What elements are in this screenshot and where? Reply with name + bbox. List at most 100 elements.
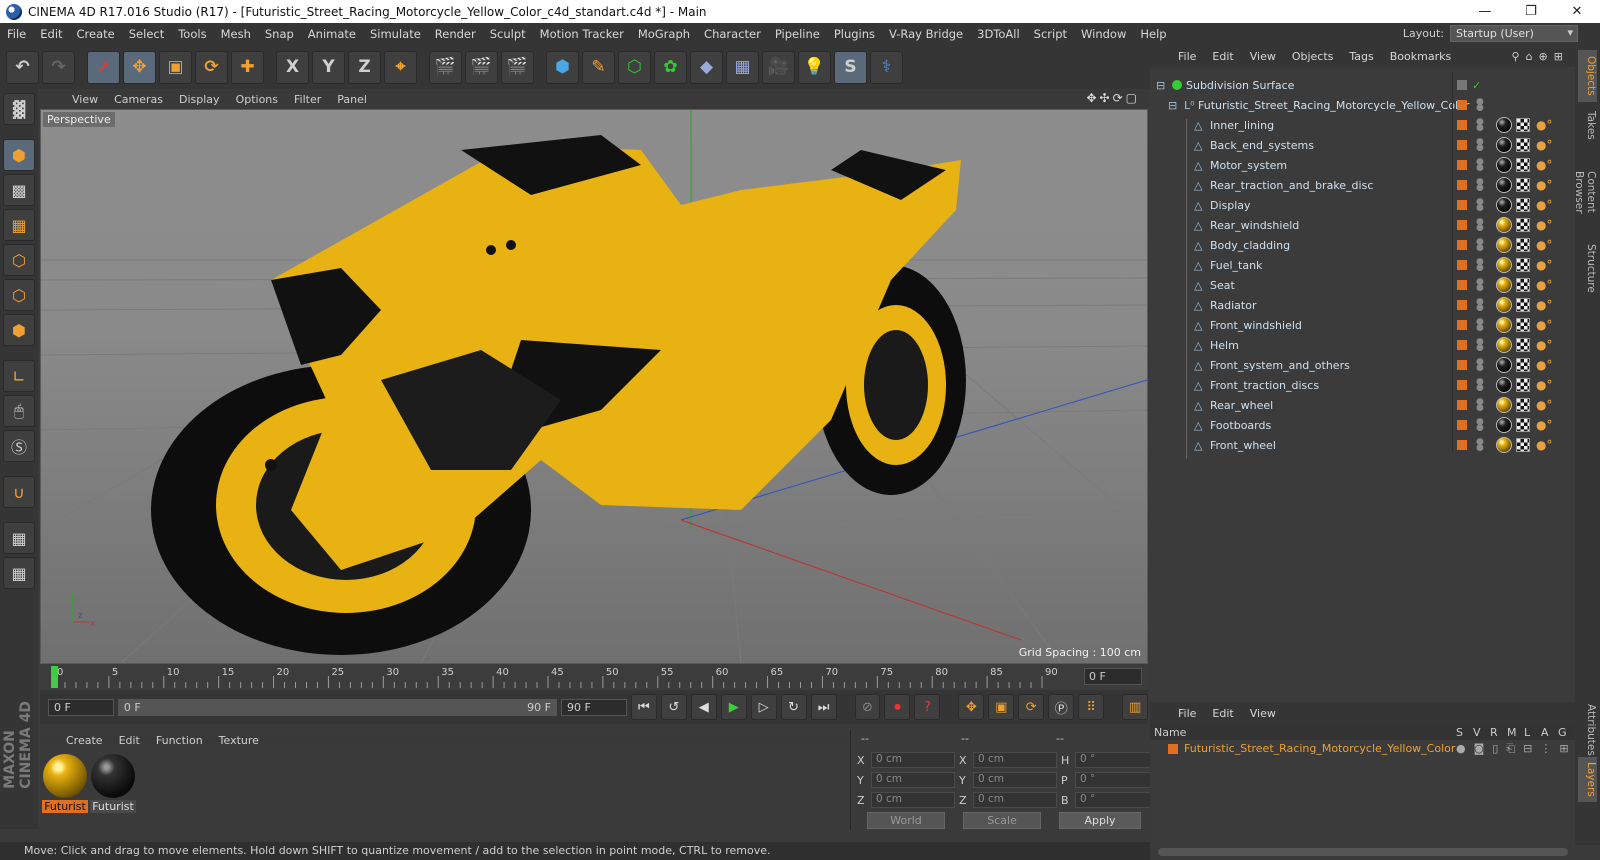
- visibility-dots[interactable]: ● ●: [1476, 238, 1484, 253]
- pen-button[interactable]: ✎: [582, 50, 615, 84]
- render-picture-viewer-button[interactable]: 🎬: [465, 50, 498, 84]
- phong-tag-icon[interactable]: ●°: [1536, 278, 1552, 292]
- layer-chip[interactable]: [1457, 180, 1467, 190]
- texture-tag-icon[interactable]: [1516, 378, 1530, 392]
- key-position-button[interactable]: ✥: [958, 694, 985, 720]
- texture-tag-icon[interactable]: [1516, 178, 1530, 192]
- y-axis-lock[interactable]: Y: [312, 50, 345, 84]
- timeline-window-button[interactable]: ▥: [1122, 694, 1149, 720]
- phong-tag-icon[interactable]: ●°: [1536, 378, 1552, 392]
- visibility-dots[interactable]: ● ●: [1476, 178, 1484, 193]
- workplane-rotate-button[interactable]: ▦: [3, 557, 35, 589]
- minimize-button[interactable]: —: [1462, 4, 1508, 19]
- key-rotation-button[interactable]: ⟳: [1018, 694, 1045, 720]
- object-row-subdivision-surface[interactable]: ⊟ Subdivision Surface ✓: [1150, 75, 1575, 95]
- texture-tag-icon[interactable]: [1516, 138, 1530, 152]
- next-frame-button[interactable]: ▷: [750, 694, 777, 720]
- om-menu-tags[interactable]: Tags: [1341, 50, 1381, 63]
- phong-tag-icon[interactable]: ●°: [1536, 158, 1552, 172]
- layer-chip[interactable]: [1457, 440, 1467, 450]
- menu-create[interactable]: Create: [70, 27, 122, 41]
- menu-plugins[interactable]: Plugins: [827, 27, 882, 41]
- visibility-dots[interactable]: ● ●: [1476, 298, 1484, 313]
- 3d-viewport[interactable]: y x z Perspective Grid Spacing : 100 cm: [40, 109, 1148, 664]
- material-tag-icon[interactable]: [1496, 437, 1512, 453]
- material-swatch[interactable]: Futurist: [90, 754, 136, 813]
- tab-takes[interactable]: Takes: [1578, 105, 1597, 145]
- size-x-field[interactable]: 0 cm: [973, 752, 1057, 768]
- scale-dropdown[interactable]: Scale: [963, 812, 1041, 829]
- key-scale-button[interactable]: ▣: [988, 694, 1015, 720]
- menu-motion-tracker[interactable]: Motion Tracker: [533, 27, 631, 41]
- layer-chip[interactable]: [1457, 320, 1467, 330]
- layer-chip[interactable]: [1457, 340, 1467, 350]
- phong-tag-icon[interactable]: ●°: [1536, 358, 1552, 372]
- menu-character[interactable]: Character: [697, 27, 768, 41]
- om-menu-objects[interactable]: Objects: [1284, 50, 1342, 63]
- texture-tag-icon[interactable]: [1516, 418, 1530, 432]
- om-menu-bookmarks[interactable]: Bookmarks: [1382, 50, 1459, 63]
- visibility-dots[interactable]: ● ●: [1476, 138, 1484, 153]
- start-frame-field[interactable]: 0 F: [48, 698, 114, 716]
- layer-chip[interactable]: [1457, 240, 1467, 250]
- visibility-dots[interactable]: ● ●: [1476, 198, 1484, 213]
- menu-animate[interactable]: Animate: [301, 27, 363, 41]
- layer-chip[interactable]: [1457, 260, 1467, 270]
- deformer-button[interactable]: ◆: [690, 50, 723, 84]
- texture-tag-icon[interactable]: [1516, 258, 1530, 272]
- material-tag-icon[interactable]: [1496, 257, 1512, 273]
- collapse-icon[interactable]: ⊟: [1156, 79, 1165, 92]
- viewport-menu-filter[interactable]: Filter: [286, 93, 329, 106]
- previous-frame-button[interactable]: ◀: [690, 694, 717, 720]
- om-menu-edit[interactable]: Edit: [1204, 50, 1241, 63]
- position-y-field[interactable]: 0 cm: [871, 772, 955, 788]
- object-row[interactable]: △ Inner_lining ● ● ●°: [1150, 115, 1575, 139]
- object-row[interactable]: △ Fuel_tank ● ● ●°: [1150, 255, 1575, 279]
- collapse-icon[interactable]: ⊟: [1168, 99, 1177, 112]
- render-settings-button[interactable]: 🎬: [501, 50, 534, 84]
- frame-range-slider[interactable]: 0 F 90 F: [117, 698, 557, 716]
- layer-chip[interactable]: [1457, 360, 1467, 370]
- go-to-start-button[interactable]: ⏮: [630, 694, 657, 720]
- points-mode-button[interactable]: ⬡: [3, 244, 35, 276]
- magnet-button[interactable]: ∪: [3, 476, 35, 508]
- viewport-menu-display[interactable]: Display: [171, 93, 228, 106]
- autokey-button[interactable]: ⏺: [884, 694, 911, 720]
- maximize-button[interactable]: ❐: [1508, 4, 1554, 19]
- layer-chip[interactable]: [1457, 420, 1467, 430]
- tab-content-browser[interactable]: Content Browser: [1573, 147, 1597, 237]
- tab-structure[interactable]: Structure: [1578, 240, 1597, 295]
- subdivision-button[interactable]: ⬡: [618, 50, 651, 84]
- visibility-dots[interactable]: ● ●: [1476, 278, 1484, 293]
- texture-mode-button[interactable]: ▩: [3, 174, 35, 206]
- object-row[interactable]: △ Rear_traction_and_brake_disc ● ● ●°: [1150, 175, 1575, 199]
- texture-tag-icon[interactable]: [1516, 358, 1530, 372]
- position-x-field[interactable]: 0 cm: [871, 752, 955, 768]
- material-tag-icon[interactable]: [1496, 377, 1512, 393]
- object-row[interactable]: △ Front_system_and_others ● ● ●°: [1150, 355, 1575, 379]
- visibility-chip[interactable]: [1457, 80, 1467, 90]
- texture-tag-icon[interactable]: [1516, 118, 1530, 132]
- layout-dropdown[interactable]: Startup (User): [1450, 25, 1578, 42]
- menu-mesh[interactable]: Mesh: [214, 27, 258, 41]
- tab-attributes[interactable]: Attributes: [1578, 700, 1597, 756]
- recent-tool[interactable]: ✚: [231, 50, 264, 84]
- layer-chip[interactable]: [1457, 100, 1467, 110]
- object-row[interactable]: △ Front_windshield ● ● ●°: [1150, 315, 1575, 339]
- material-tag-icon[interactable]: [1496, 337, 1512, 353]
- menu-help[interactable]: Help: [1133, 27, 1173, 41]
- phong-tag-icon[interactable]: ●°: [1536, 138, 1552, 152]
- object-row[interactable]: △ Display ● ● ●°: [1150, 195, 1575, 219]
- object-row[interactable]: △ Front_wheel ● ● ●°: [1150, 435, 1575, 459]
- size-z-field[interactable]: 0 cm: [973, 792, 1057, 808]
- layer-chip[interactable]: [1457, 120, 1467, 130]
- viewport-menu-view[interactable]: View: [64, 93, 106, 106]
- workplane-lock-button[interactable]: ▦: [3, 522, 35, 554]
- size-y-field[interactable]: 0 cm: [973, 772, 1057, 788]
- viewport-nav-icons[interactable]: ✥✣⟳▢: [1086, 91, 1140, 105]
- close-button[interactable]: ✕: [1554, 4, 1600, 19]
- visibility-dots[interactable]: ● ●: [1476, 98, 1484, 113]
- tweak-mode-button[interactable]: 🖱: [3, 395, 35, 427]
- rotation-b-field[interactable]: 0 °: [1075, 792, 1153, 808]
- layer-color-chip[interactable]: [1168, 744, 1178, 754]
